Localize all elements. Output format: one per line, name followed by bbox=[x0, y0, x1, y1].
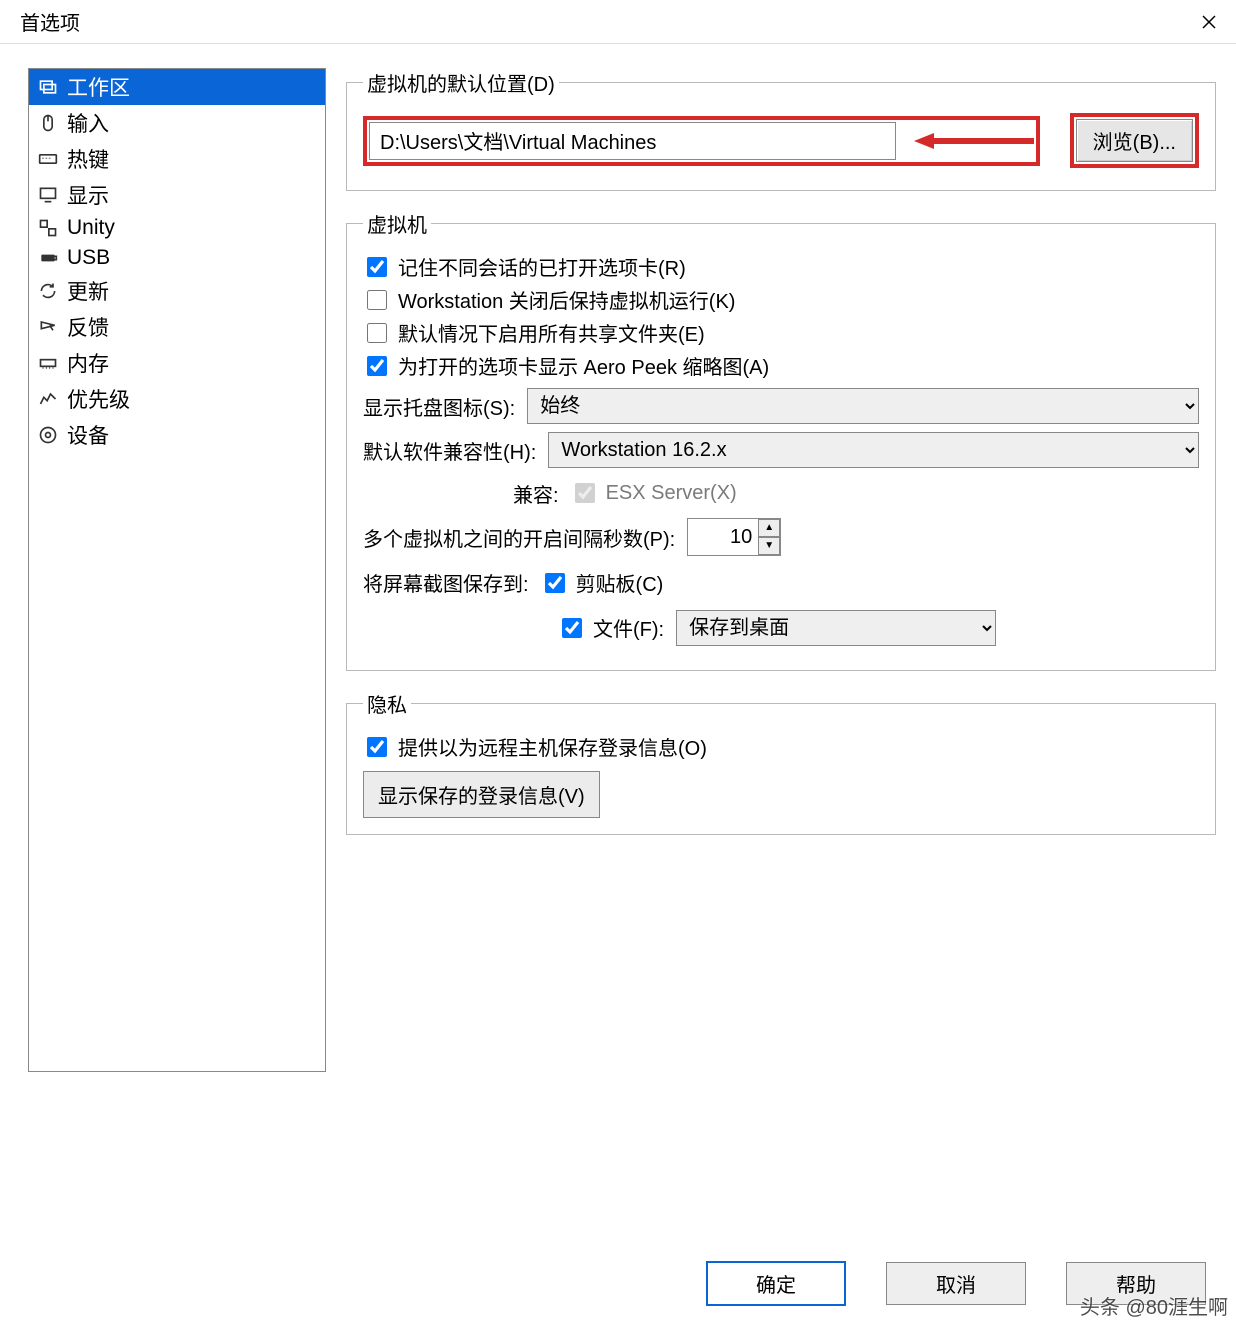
memory-icon bbox=[37, 352, 59, 374]
spin-down[interactable]: ▼ bbox=[758, 537, 780, 555]
compat-select[interactable]: Workstation 16.2.x bbox=[548, 432, 1199, 468]
cb-enable-shared[interactable] bbox=[367, 323, 387, 343]
cb-screenshot-clipboard[interactable] bbox=[545, 573, 565, 593]
sidebar-item-label: 反馈 bbox=[67, 312, 109, 342]
default-location-input[interactable] bbox=[369, 122, 896, 160]
power-interval-label: 多个虚拟机之间的开启间隔秒数(P): bbox=[363, 523, 675, 552]
cb-keep-running[interactable] bbox=[367, 290, 387, 310]
update-icon bbox=[37, 280, 59, 302]
sidebar-item-hotkeys[interactable]: 热键 bbox=[29, 141, 325, 177]
highlight-path bbox=[363, 116, 1040, 166]
sidebar-item-unity[interactable]: Unity bbox=[29, 213, 325, 243]
power-interval-spinner[interactable]: ▲ ▼ bbox=[687, 518, 781, 556]
privacy-legend: 隐私 bbox=[363, 689, 411, 718]
arrow-icon bbox=[914, 131, 1034, 151]
usb-icon bbox=[37, 247, 59, 269]
show-login-button[interactable]: 显示保存的登录信息(V) bbox=[363, 771, 600, 818]
cb-keep-running-label: Workstation 关闭后保持虚拟机运行(K) bbox=[398, 285, 735, 314]
cb-remember-tabs[interactable] bbox=[367, 257, 387, 277]
compat-with-label: 兼容: bbox=[513, 479, 559, 508]
titlebar: 首选项 bbox=[0, 0, 1236, 44]
sidebar-item-label: 内存 bbox=[67, 348, 109, 378]
feedback-icon bbox=[37, 316, 59, 338]
sidebar-item-label: 更新 bbox=[67, 276, 109, 306]
window-title: 首选项 bbox=[20, 7, 80, 36]
cb-enable-shared-label: 默认情况下启用所有共享文件夹(E) bbox=[398, 318, 705, 347]
screenshot-file-select[interactable]: 保存到桌面 bbox=[676, 610, 996, 646]
display-icon bbox=[37, 184, 59, 206]
cb-screenshot-file-label: 文件(F): bbox=[593, 613, 664, 642]
help-button[interactable]: 帮助 bbox=[1066, 1262, 1206, 1305]
default-location-legend: 虚拟机的默认位置(D) bbox=[363, 68, 559, 97]
sidebar-item-memory[interactable]: 内存 bbox=[29, 345, 325, 381]
sidebar-item-label: 热键 bbox=[67, 144, 109, 174]
cb-screenshot-file[interactable] bbox=[562, 618, 582, 638]
cb-esx-server bbox=[575, 483, 595, 503]
cb-esx-label: ESX Server(X) bbox=[606, 482, 737, 505]
sidebar-item-usb[interactable]: USB bbox=[29, 243, 325, 273]
cb-save-login[interactable] bbox=[367, 737, 387, 757]
cb-save-login-label: 提供以为远程主机保存登录信息(O) bbox=[398, 732, 707, 761]
mouse-icon bbox=[37, 112, 59, 134]
sidebar: 工作区 输入 热键 显示 Unity USB bbox=[28, 68, 326, 1072]
sidebar-item-workspace[interactable]: 工作区 bbox=[29, 69, 325, 105]
sidebar-item-devices[interactable]: 设备 bbox=[29, 417, 325, 453]
ok-button[interactable]: 确定 bbox=[706, 1261, 846, 1306]
vm-legend: 虚拟机 bbox=[363, 209, 431, 238]
footer: 确定 取消 帮助 头条 @80涯生啊 bbox=[0, 1247, 1236, 1326]
browse-button[interactable]: 浏览(B)... bbox=[1076, 119, 1193, 162]
cancel-button[interactable]: 取消 bbox=[886, 1262, 1026, 1305]
sidebar-item-label: USB bbox=[67, 246, 110, 270]
unity-icon bbox=[37, 217, 59, 239]
cb-screenshot-clipboard-label: 剪贴板(C) bbox=[576, 568, 664, 597]
screenshot-label: 将屏幕截图保存到: bbox=[363, 568, 529, 597]
compat-label: 默认软件兼容性(H): bbox=[363, 436, 536, 465]
tray-select[interactable]: 始终 bbox=[527, 388, 1199, 424]
sidebar-item-label: 输入 bbox=[67, 108, 109, 138]
sidebar-item-label: 工作区 bbox=[67, 72, 130, 102]
sidebar-item-feedback[interactable]: 反馈 bbox=[29, 309, 325, 345]
close-button[interactable] bbox=[1186, 0, 1232, 44]
priority-icon bbox=[37, 388, 59, 410]
close-icon bbox=[1201, 14, 1217, 30]
cb-aero-peek[interactable] bbox=[367, 356, 387, 376]
sidebar-item-label: 设备 bbox=[67, 420, 109, 450]
sidebar-item-label: Unity bbox=[67, 216, 115, 240]
cb-aero-peek-label: 为打开的选项卡显示 Aero Peek 缩略图(A) bbox=[398, 351, 769, 380]
sidebar-item-display[interactable]: 显示 bbox=[29, 177, 325, 213]
sidebar-item-input[interactable]: 输入 bbox=[29, 105, 325, 141]
default-location-group: 虚拟机的默认位置(D) 浏览(B)... bbox=[346, 68, 1216, 191]
cb-remember-label: 记住不同会话的已打开选项卡(R) bbox=[398, 252, 686, 281]
device-icon bbox=[37, 424, 59, 446]
vm-group: 虚拟机 记住不同会话的已打开选项卡(R) Workstation 关闭后保持虚拟… bbox=[346, 209, 1216, 671]
privacy-group: 隐私 提供以为远程主机保存登录信息(O) 显示保存的登录信息(V) bbox=[346, 689, 1216, 835]
highlight-browse: 浏览(B)... bbox=[1070, 113, 1199, 168]
sidebar-item-updates[interactable]: 更新 bbox=[29, 273, 325, 309]
keyboard-icon bbox=[37, 148, 59, 170]
sidebar-item-label: 显示 bbox=[67, 180, 109, 210]
workspace-icon bbox=[37, 76, 59, 98]
tray-label: 显示托盘图标(S): bbox=[363, 392, 515, 421]
power-interval-input[interactable] bbox=[688, 519, 758, 555]
sidebar-item-label: 优先级 bbox=[67, 384, 130, 414]
spin-up[interactable]: ▲ bbox=[758, 519, 780, 537]
sidebar-item-priority[interactable]: 优先级 bbox=[29, 381, 325, 417]
